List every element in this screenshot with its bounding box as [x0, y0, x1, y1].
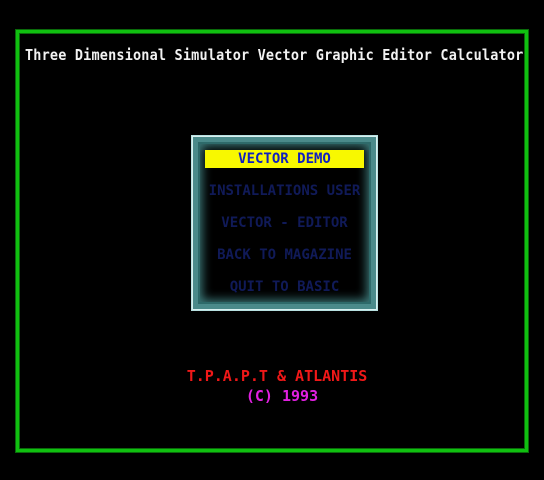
main-menu: VECTOR DEMO INSTALLATIONS USER VECTOR - …: [192, 136, 377, 310]
program-title: Three Dimensional Simulator Vector Graph…: [25, 46, 524, 64]
authors-credit: T.P.A.P.T & ATLANTIS: [186, 367, 368, 385]
credits: T.P.A.P.T & ATLANTIS (C) 1993: [0, 366, 544, 406]
menu-item-vector-editor[interactable]: VECTOR - EDITOR: [205, 214, 364, 232]
game-screen: Three Dimensional Simulator Vector Graph…: [0, 0, 544, 480]
menu-item-installations-user[interactable]: INSTALLATIONS USER: [205, 182, 364, 200]
menu-item-back-to-magazine[interactable]: BACK TO MAGAZINE: [205, 246, 364, 264]
copyright-notice: (C) 1993: [245, 387, 319, 405]
menu-item-vector-demo[interactable]: VECTOR DEMO: [205, 150, 364, 168]
menu-item-quit-to-basic[interactable]: QUIT TO BASIC: [205, 278, 364, 296]
